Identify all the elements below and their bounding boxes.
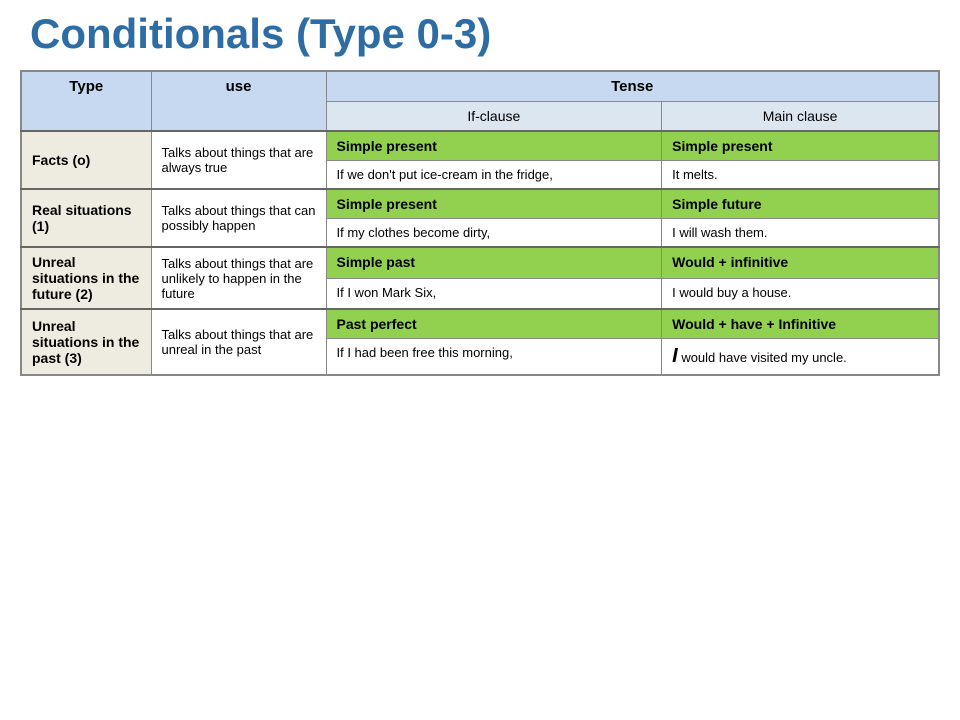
example-main-3: I would have visited my uncle. <box>662 339 939 376</box>
tense-if-2: Simple past <box>326 247 662 279</box>
example-if-0: If we don't put ice-cream in the fridge, <box>326 161 662 190</box>
main-header-row: Type use Tense <box>21 71 939 102</box>
if-clause-header: If-clause <box>326 102 662 132</box>
tense-main-1: Simple future <box>662 189 939 219</box>
example-main-3-text: would have visited my uncle. <box>678 350 847 365</box>
use-header: use <box>151 71 326 131</box>
tense-main-2: Would + infinitive <box>662 247 939 279</box>
use-cell-2: Talks about things that are unlikely to … <box>151 247 326 309</box>
example-main-1: I will wash them. <box>662 219 939 248</box>
type-cell-0: Facts (o) <box>21 131 151 189</box>
conditionals-table: Type use Tense If-clause Main clause Fac… <box>20 70 940 376</box>
table-row: Unreal situations in the past (3) Talks … <box>21 309 939 339</box>
example-if-3: If I had been free this morning, <box>326 339 662 376</box>
tense-if-3: Past perfect <box>326 309 662 339</box>
table-row: Facts (o) Talks about things that are al… <box>21 131 939 161</box>
page-title: Conditionals (Type 0-3) <box>20 10 940 58</box>
tense-main-3: Would + have + Infinitive <box>662 309 939 339</box>
main-clause-header: Main clause <box>662 102 939 132</box>
example-if-2: If I won Mark Six, <box>326 279 662 309</box>
use-cell-1: Talks about things that can possibly hap… <box>151 189 326 247</box>
use-cell-3: Talks about things that are unreal in th… <box>151 309 326 375</box>
type-header: Type <box>21 71 151 131</box>
use-cell-0: Talks about things that are always true <box>151 131 326 189</box>
tense-if-0: Simple present <box>326 131 662 161</box>
tense-if-1: Simple present <box>326 189 662 219</box>
example-main-0: It melts. <box>662 161 939 190</box>
tense-main-0: Simple present <box>662 131 939 161</box>
example-main-2: I would buy a house. <box>662 279 939 309</box>
type-cell-3: Unreal situations in the past (3) <box>21 309 151 375</box>
table-row: Real situations (1) Talks about things t… <box>21 189 939 219</box>
tense-header: Tense <box>326 71 939 102</box>
example-if-1: If my clothes become dirty, <box>326 219 662 248</box>
table-row: Unreal situations in the future (2) Talk… <box>21 247 939 279</box>
type-cell-1: Real situations (1) <box>21 189 151 247</box>
type-cell-2: Unreal situations in the future (2) <box>21 247 151 309</box>
